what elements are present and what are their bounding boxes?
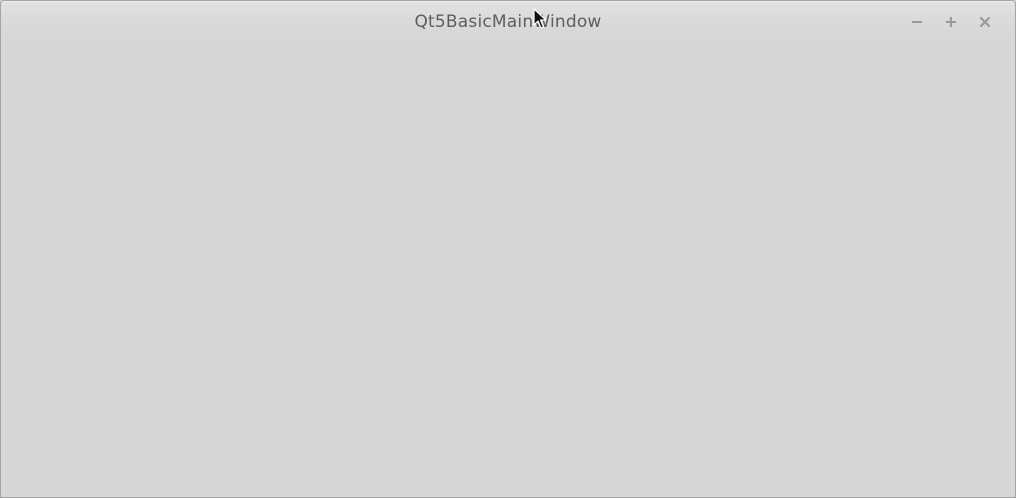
window-controls (909, 14, 993, 30)
close-icon (979, 16, 991, 28)
minimize-icon (912, 21, 922, 23)
maximize-button[interactable] (943, 14, 959, 30)
close-button[interactable] (977, 14, 993, 30)
main-window: Qt5BasicMainWindow (0, 0, 1016, 498)
minimize-button[interactable] (909, 14, 925, 30)
maximize-icon (946, 17, 956, 27)
central-widget (1, 43, 1015, 497)
title-bar[interactable]: Qt5BasicMainWindow (1, 1, 1015, 43)
window-title: Qt5BasicMainWindow (414, 12, 602, 32)
